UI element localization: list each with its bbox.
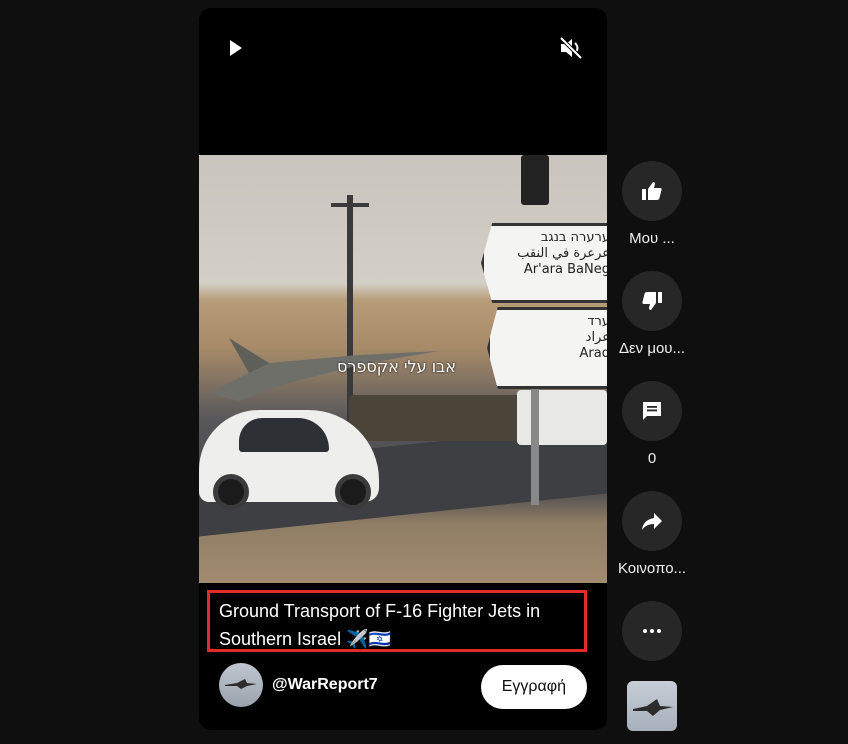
play-button[interactable] [219,32,251,64]
comments-button[interactable] [622,381,682,441]
more-action [622,601,682,661]
share-action: Κοινοπο... [618,491,686,577]
comments-action: 0 [622,381,682,467]
road-sign-araara: ערערה בנגב عرعرة في النقب Ar'ara BaNeg [481,223,607,303]
play-icon [230,40,242,56]
dislike-label: Δεν μου... [618,340,686,357]
comments-count: 0 [647,450,657,467]
share-icon [642,513,662,530]
traffic-light [521,155,549,205]
thumbs-down-icon [642,292,662,310]
shorts-player[interactable]: ערערה בנגב عرعرة في النقب Ar'ara BaNeg ע… [199,8,607,730]
car-wheel [213,474,249,510]
comment-icon [643,402,661,420]
channel-avatar[interactable] [219,663,263,707]
more-button[interactable] [622,601,682,661]
share-label: Κοινοπο... [617,560,687,577]
jet-icon [225,679,257,689]
like-action: Μου ... [622,161,682,247]
car-wheel [335,474,371,510]
jet-icon [633,699,673,716]
channel-handle[interactable]: @WarReport7 [272,676,378,694]
video-watermark-text: אבו עלי אקספרס [337,357,456,376]
power-pole-crossbar [331,203,369,207]
more-horizontal-icon [643,629,661,633]
dislike-action: Δεν μου... [619,271,685,357]
like-label: Μου ... [629,230,675,247]
video-frame[interactable]: ערערה בנגב عرعرة في النقب Ar'ara BaNeg ע… [199,155,607,583]
video-title-highlight: Ground Transport of F-16 Fighter Jets in… [207,590,587,652]
channel-info[interactable]: @WarReport7 [219,663,378,707]
sound-source-thumbnail[interactable] [627,681,677,731]
road-sign-arad: ערד عراد Arad [487,307,607,389]
like-button[interactable] [622,161,682,221]
subscribe-button[interactable]: Εγγραφή [480,665,587,709]
car-window [239,418,329,452]
video-title[interactable]: Ground Transport of F-16 Fighter Jets in… [219,597,575,653]
share-button[interactable] [622,491,682,551]
thumbs-up-icon [642,182,662,200]
mute-button[interactable] [555,32,587,64]
dislike-button[interactable] [622,271,682,331]
muted-speaker-icon [559,36,583,60]
white-car [199,410,379,510]
